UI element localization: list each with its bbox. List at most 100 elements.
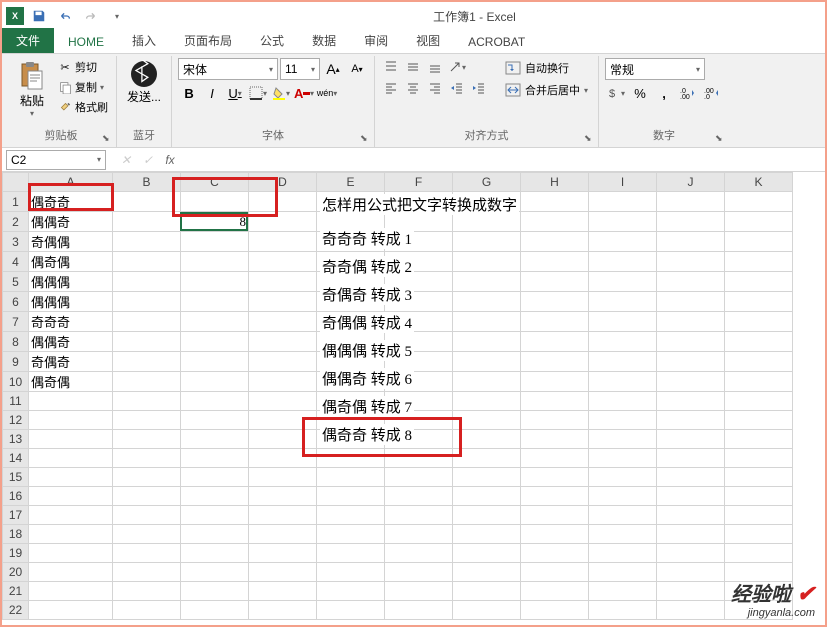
cell[interactable] [113, 372, 181, 392]
row-header[interactable]: 22 [3, 601, 29, 620]
cell[interactable] [249, 525, 317, 544]
cell[interactable] [249, 232, 317, 252]
cell[interactable] [453, 392, 521, 411]
column-header[interactable]: C [181, 173, 249, 192]
cell[interactable] [249, 352, 317, 372]
cell[interactable] [181, 392, 249, 411]
cell[interactable] [453, 252, 521, 272]
wrap-text-button[interactable]: 自动换行 [501, 58, 592, 78]
cell[interactable] [725, 468, 793, 487]
cell[interactable] [29, 544, 113, 563]
cell[interactable] [181, 544, 249, 563]
cell[interactable] [657, 192, 725, 212]
cell[interactable] [181, 192, 249, 212]
cell[interactable]: 偶奇奇 [29, 192, 113, 212]
cell[interactable] [249, 312, 317, 332]
cell[interactable] [453, 352, 521, 372]
underline-button[interactable]: U ▾ [224, 82, 246, 104]
column-header[interactable]: J [657, 173, 725, 192]
row-header[interactable]: 3 [3, 232, 29, 252]
cell[interactable] [113, 525, 181, 544]
cell[interactable] [113, 332, 181, 352]
cell[interactable] [249, 292, 317, 312]
row-header[interactable]: 12 [3, 411, 29, 430]
cell[interactable]: 奇偶奇 [29, 352, 113, 372]
fill-color-button[interactable]: ▾ [270, 82, 292, 104]
cell[interactable] [385, 582, 453, 601]
cell[interactable] [521, 506, 589, 525]
cell[interactable] [725, 332, 793, 352]
cell[interactable] [113, 544, 181, 563]
select-all-corner[interactable] [3, 173, 29, 192]
row-header[interactable]: 16 [3, 487, 29, 506]
cell[interactable] [317, 563, 385, 582]
tab-formulas[interactable]: 公式 [246, 28, 298, 53]
cell[interactable] [521, 582, 589, 601]
cell[interactable] [385, 468, 453, 487]
cell[interactable] [725, 525, 793, 544]
cell[interactable] [181, 232, 249, 252]
cell[interactable] [385, 544, 453, 563]
cell[interactable] [113, 468, 181, 487]
tab-page-layout[interactable]: 页面布局 [170, 28, 246, 53]
tab-data[interactable]: 数据 [298, 28, 350, 53]
cell[interactable] [113, 563, 181, 582]
cell[interactable] [181, 430, 249, 449]
cell[interactable] [453, 563, 521, 582]
cell[interactable] [453, 272, 521, 292]
cell[interactable] [589, 252, 657, 272]
cell[interactable] [657, 332, 725, 352]
formula-input[interactable] [186, 150, 825, 170]
cell[interactable] [589, 449, 657, 468]
cell[interactable] [521, 252, 589, 272]
tab-insert[interactable]: 插入 [118, 28, 170, 53]
row-header[interactable]: 11 [3, 392, 29, 411]
decrease-decimal-button[interactable]: .00.0 [701, 82, 723, 104]
cell[interactable] [589, 312, 657, 332]
cell[interactable] [521, 468, 589, 487]
cell[interactable] [657, 352, 725, 372]
cell[interactable] [453, 487, 521, 506]
tab-home[interactable]: HOME [54, 31, 118, 53]
row-header[interactable]: 8 [3, 332, 29, 352]
cell[interactable] [521, 487, 589, 506]
cell[interactable] [657, 582, 725, 601]
cell[interactable] [589, 563, 657, 582]
cell[interactable] [521, 312, 589, 332]
cell[interactable] [589, 544, 657, 563]
cell[interactable] [725, 449, 793, 468]
cell[interactable] [589, 372, 657, 392]
cell[interactable] [113, 312, 181, 332]
cell[interactable] [725, 372, 793, 392]
cell[interactable] [589, 192, 657, 212]
row-header[interactable]: 10 [3, 372, 29, 392]
cell[interactable] [657, 212, 725, 232]
border-button[interactable]: ▾ [247, 82, 269, 104]
cell[interactable] [725, 292, 793, 312]
number-format-select[interactable]: 常规 ▾ [605, 58, 705, 80]
cell[interactable] [181, 352, 249, 372]
cell[interactable] [725, 411, 793, 430]
cell[interactable] [113, 292, 181, 312]
cell[interactable] [181, 411, 249, 430]
cell[interactable] [249, 468, 317, 487]
cell[interactable] [725, 352, 793, 372]
cell[interactable] [113, 487, 181, 506]
cell[interactable] [317, 544, 385, 563]
cell[interactable] [657, 392, 725, 411]
undo-button[interactable] [54, 5, 76, 27]
cell[interactable] [181, 332, 249, 352]
cell[interactable] [113, 582, 181, 601]
cell[interactable] [521, 449, 589, 468]
cell[interactable] [521, 272, 589, 292]
column-header[interactable]: F [385, 173, 453, 192]
cell[interactable] [521, 392, 589, 411]
cell[interactable] [453, 430, 521, 449]
cell[interactable] [113, 252, 181, 272]
cell[interactable] [453, 292, 521, 312]
cell[interactable] [521, 232, 589, 252]
redo-button[interactable] [80, 5, 102, 27]
cell[interactable] [453, 332, 521, 352]
cell[interactable] [657, 430, 725, 449]
cell[interactable] [317, 449, 385, 468]
